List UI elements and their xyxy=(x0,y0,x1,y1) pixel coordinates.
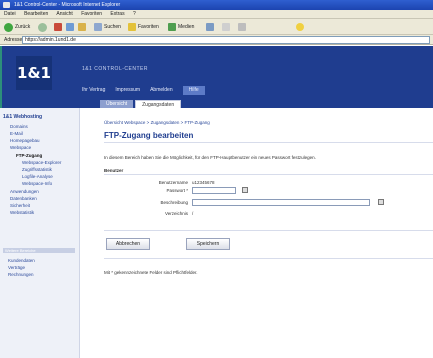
brand-logo[interactable]: 1&1 xyxy=(16,56,52,90)
sidebar-subitem-info[interactable]: Webspace-Info xyxy=(22,181,52,186)
menu-favorites[interactable]: Favoriten xyxy=(81,11,102,17)
description-input[interactable] xyxy=(192,199,370,206)
mail-button[interactable] xyxy=(222,22,230,32)
header-title: 1&1 CONTROL-CENTER xyxy=(82,66,148,72)
form-divider xyxy=(104,230,433,231)
section-heading: Benutzer xyxy=(104,168,124,173)
back-button[interactable]: Zurück xyxy=(4,22,30,32)
sidebar-link-contracts[interactable]: Verträge xyxy=(8,265,25,270)
print-button[interactable] xyxy=(238,22,246,32)
directory-label: Verzeichnis xyxy=(164,211,188,216)
password-label: Passwort * xyxy=(166,188,188,193)
save-button[interactable]: Speichern xyxy=(186,238,230,250)
nav-imprint[interactable]: Impressum xyxy=(115,86,140,95)
menu-file[interactable]: Datei xyxy=(4,11,16,17)
menu-help[interactable]: ? xyxy=(133,11,136,17)
sidebar-item-ftp[interactable]: FTP-Zugang xyxy=(16,153,42,158)
sidebar-title[interactable]: 1&1 Webhosting xyxy=(3,114,42,120)
username-value: u12345678 xyxy=(192,180,215,185)
window-title: 1&1 Control-Center - Microsoft Internet … xyxy=(14,2,121,8)
home-button[interactable] xyxy=(78,22,86,32)
forward-arrow-icon xyxy=(38,22,47,32)
button-divider xyxy=(104,258,433,259)
refresh-icon xyxy=(66,23,74,31)
sidebar-section-title: Weitere Bereiche xyxy=(5,248,36,253)
menu-view[interactable]: Ansicht xyxy=(56,11,72,17)
sidebar: 1&1 Webhosting Domains E-Mail Homepageba… xyxy=(0,108,80,358)
tab-bar: Übersicht Zugangsdaten xyxy=(100,100,182,108)
forward-button[interactable] xyxy=(38,22,47,32)
print-icon xyxy=(238,23,246,31)
sidebar-subitem-logfile[interactable]: Logfile-Analyse xyxy=(22,174,53,179)
title-divider xyxy=(104,142,433,143)
info-icon[interactable] xyxy=(378,199,384,205)
stop-button[interactable] xyxy=(54,22,62,32)
header-nav: Ihr Vertrag Impressum Abmelden Hilfe xyxy=(82,86,433,95)
sidebar-section-header: Weitere Bereiche xyxy=(3,248,75,253)
history-icon xyxy=(206,23,214,31)
messenger-icon xyxy=(296,23,304,31)
username-label: Benutzername xyxy=(158,180,188,185)
address-bar: Adresse https://admin.1und1.de xyxy=(0,35,433,45)
home-icon xyxy=(78,23,86,31)
nav-contract[interactable]: Ihr Vertrag xyxy=(82,86,105,95)
description-label: Beschreibung xyxy=(160,200,188,205)
help-icon[interactable] xyxy=(242,187,248,193)
sidebar-link-invoices[interactable]: Rechnungen xyxy=(8,272,34,277)
star-icon xyxy=(128,23,136,31)
sidebar-item-domains[interactable]: Domains xyxy=(10,124,28,129)
sidebar-subitem-explorer[interactable]: Webspace-Explorer xyxy=(22,160,61,165)
media-icon xyxy=(168,23,176,31)
menu-edit[interactable]: Bearbeiten xyxy=(24,11,48,17)
section-divider xyxy=(104,174,433,175)
page-title: FTP-Zugang bearbeiten xyxy=(104,131,194,140)
messenger-button[interactable] xyxy=(296,22,304,32)
breadcrumb[interactable]: Übersicht Webspace > Zugangsdaten > FTP-… xyxy=(104,120,210,125)
address-input[interactable]: https://admin.1und1.de xyxy=(22,36,430,44)
back-arrow-icon xyxy=(4,22,13,32)
tab-access-data[interactable]: Zugangsdaten xyxy=(135,100,182,108)
refresh-button[interactable] xyxy=(66,22,74,32)
cancel-button[interactable]: Abbrechen xyxy=(106,238,150,250)
sidebar-item-apps[interactable]: Anwendungen xyxy=(10,189,39,194)
sidebar-item-databases[interactable]: Datenbanken xyxy=(10,196,37,201)
address-label: Adresse xyxy=(4,37,23,43)
sidebar-item-homepage[interactable]: Homepagebau xyxy=(10,138,40,143)
stop-icon xyxy=(54,23,62,31)
browser-icon xyxy=(3,2,10,8)
nav-help[interactable]: Hilfe xyxy=(182,86,205,95)
intro-text: In diesem Bereich haben Sie die Möglichk… xyxy=(104,155,316,160)
sidebar-item-webspace[interactable]: Webspace xyxy=(10,145,31,150)
search-icon xyxy=(94,23,102,31)
sidebar-item-security[interactable]: Sicherheit xyxy=(10,203,30,208)
required-fields-note: Mit * gekennzeichnete Felder sind Pflich… xyxy=(104,270,198,275)
site-header xyxy=(0,46,433,108)
window-titlebar: 1&1 Control-Center - Microsoft Internet … xyxy=(0,0,433,10)
history-button[interactable] xyxy=(206,22,214,32)
search-button[interactable]: Suchen xyxy=(94,22,121,32)
menu-tools[interactable]: Extras xyxy=(110,11,124,17)
sidebar-item-webstats[interactable]: Webstatistik xyxy=(10,210,34,215)
mail-icon xyxy=(222,23,230,31)
password-input[interactable] xyxy=(192,187,236,194)
media-button[interactable]: Medien xyxy=(168,22,194,32)
sidebar-subitem-stats[interactable]: Zugriffsstatistik xyxy=(22,167,52,172)
menu-bar: Datei Bearbeiten Ansicht Favoriten Extra… xyxy=(0,10,433,19)
favorites-button[interactable]: Favoriten xyxy=(128,22,159,32)
sidebar-item-email[interactable]: E-Mail xyxy=(10,131,23,136)
tab-overview[interactable]: Übersicht xyxy=(100,100,134,108)
browser-toolbar: Zurück Suchen Favoriten Medien xyxy=(0,19,433,35)
directory-value: / xyxy=(192,211,194,216)
sidebar-link-customer[interactable]: Kundendaten xyxy=(8,258,35,263)
nav-logout[interactable]: Abmelden xyxy=(150,86,173,95)
